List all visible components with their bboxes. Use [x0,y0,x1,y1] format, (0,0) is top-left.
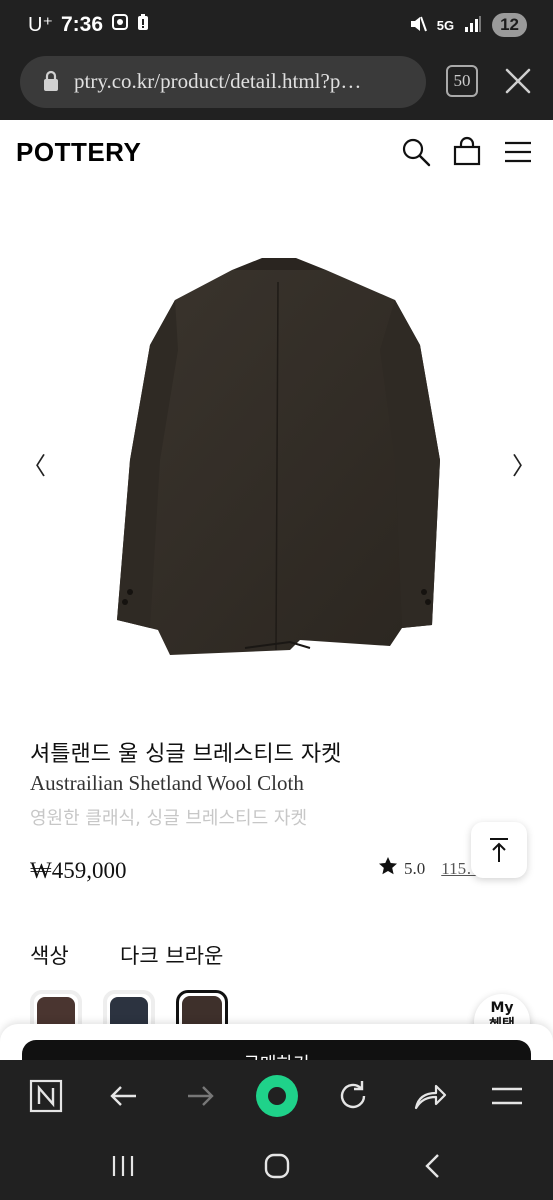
color-label: 색상 [30,944,69,968]
scroll-to-top-button[interactable] [471,822,527,878]
site-logo[interactable]: POTTERY [16,137,141,168]
network-label: 5G [436,17,455,33]
screenshot-icon [111,13,129,37]
signal-icon [464,15,482,36]
clock: 7:36 [61,12,104,36]
carrier-label: U⁺ [28,14,53,36]
selected-color: 다크 브라운 [120,944,224,968]
back-arrow-icon[interactable] [104,1076,144,1116]
browser-url-bar: ptry.co.kr/product/detail.html?p… 50 [0,52,553,120]
naver-home-icon[interactable] [26,1076,66,1116]
cart-icon[interactable] [451,136,483,168]
url-field[interactable]: ptry.co.kr/product/detail.html?p… [20,56,426,108]
forward-arrow-icon [180,1076,220,1116]
site-header: POTTERY [0,120,553,184]
product-title-en: Austrailian Shetland Wool Cloth [30,771,304,795]
rating-value: 5.0 [404,858,426,878]
product-rating: 5.0 115… [378,856,483,881]
menu-icon[interactable] [502,136,534,168]
product-price: ₩459,000 [30,858,127,883]
recent-apps-icon[interactable] [104,1146,144,1186]
next-image-arrow[interactable]: 〉 [512,446,536,481]
back-icon[interactable] [413,1146,453,1186]
status-bar: U⁺ 7:36 5G 12 [0,0,553,52]
share-icon[interactable] [410,1076,450,1116]
system-nav-bar [0,1132,553,1200]
browser-toolbar [0,1060,553,1132]
product-title-ko: 셔틀랜드 울 싱글 브레스티드 자켓 [30,742,342,767]
refresh-icon[interactable] [333,1076,373,1116]
home-icon[interactable] [257,1146,297,1186]
product-subtitle: 영원한 클래식, 싱글 브레스티드 자켓 [30,808,308,829]
prev-image-arrow[interactable]: 〈 [22,446,46,481]
star-icon [378,856,398,881]
mute-icon [409,15,427,36]
close-icon[interactable] [503,66,533,96]
search-icon[interactable] [400,136,432,168]
lock-icon [42,70,60,96]
arrow-up-icon [490,838,508,862]
battery-indicator: 12 [492,13,527,37]
menu-icon[interactable] [487,1076,527,1116]
battery-saver-icon [137,13,149,37]
product-image[interactable] [0,230,553,690]
green-dot-button[interactable] [256,1075,298,1117]
tab-count-button[interactable]: 50 [446,65,478,97]
url-text: ptry.co.kr/product/detail.html?p… [74,69,362,93]
